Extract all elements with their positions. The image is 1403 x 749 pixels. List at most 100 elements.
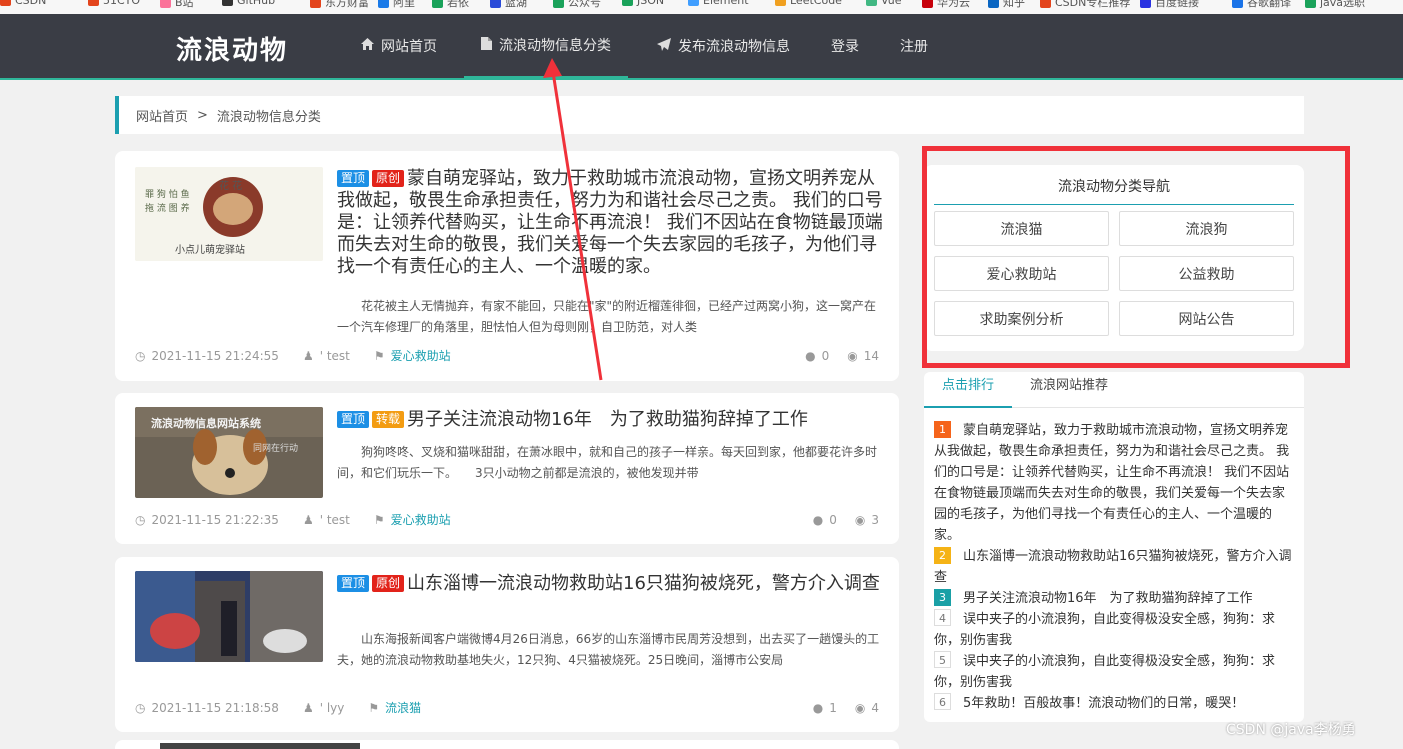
comment-icon: ● (812, 512, 824, 527)
tab-click-ranking[interactable]: 点击排行 (924, 372, 1013, 408)
post-card[interactable]: 罪 狗 怕 鱼 拖 流 图 养 花 花 小点儿萌宠驿站 置顶 原创 蒙自萌宠驿站，致… (115, 151, 899, 381)
ranking-list: 1 蒙自萌宠驿站，致力于救助城市流浪动物，宣扬文明养宠从我做起，敬畏生命承担责任，… (934, 420, 1294, 714)
post-thumbnail[interactable]: 罪 狗 怕 鱼 拖 流 图 养 花 花 小点儿萌宠驿站 (135, 167, 323, 261)
rank-number: 2 (934, 547, 951, 564)
bookmark-favicon-icon (1040, 0, 1051, 8)
post-thumbnail[interactable]: 流浪动物信息网站系统 同网在行动 (135, 407, 323, 498)
bookmark-item[interactable]: CSDN (0, 0, 46, 7)
post-author: ' test (319, 348, 350, 363)
post-card[interactable]: 置顶 原创 山东淄博一流浪动物救助站16只猫狗被烧死，警方介入调查 山东海报新闻客户… (115, 557, 899, 732)
nav-login-label: 登录 (831, 39, 859, 55)
top-navigation: 流浪动物 网站首页 流浪动物信息分类 发布流浪动物信息 登录 注册 (0, 14, 1403, 80)
post-title-text[interactable]: 男子关注流浪动物16年 为了救助猫狗辞掉了工作 (407, 409, 808, 430)
post-meta: ◷ 2021-11-15 21:18:58 ♟ ' lyy ⚑ 流浪猫 ● 1 ◉ 4 (135, 699, 879, 716)
post-title[interactable]: 置顶 原创 山东淄博一流浪动物救助站16只猫狗被烧死，警方介入调查 (337, 573, 885, 595)
rank-text[interactable]: 蒙自萌宠驿站，致力于救助城市流浪动物，宣扬文明养宠从我做起，敬畏生命承担责任，努… (934, 423, 1289, 543)
thumbnail-title: 流浪动物信息网站系统 (151, 416, 261, 430)
bookmark-favicon-icon (222, 0, 233, 6)
post-title-text[interactable]: 山东淄博一流浪动物救助站16只猫狗被烧死，警方介入调查 (407, 573, 880, 594)
post-thumbnail[interactable] (135, 571, 323, 662)
nav-login[interactable]: 登录 (831, 14, 859, 78)
bookmark-item[interactable]: CSDN专栏推荐 (1040, 0, 1130, 10)
ranking-item[interactable]: 5 误中夹子的小流浪狗，自此变得极没安全感，狗狗：求你，别伤害我 (934, 651, 1294, 693)
bookmark-item[interactable]: JSON (622, 0, 664, 7)
bookmark-item[interactable]: 华为云 (922, 0, 970, 10)
ranking-item[interactable]: 2 山东淄博一流浪动物救助站16只猫狗被烧死，警方介入调查 (934, 546, 1294, 588)
nav-register[interactable]: 注册 (900, 14, 928, 78)
bookmark-label: CSDN (15, 0, 47, 7)
bookmark-favicon-icon (1140, 0, 1151, 8)
ranking-item[interactable]: 4 误中夹子的小流浪狗，自此变得极没安全感，狗狗：求你，别伤害我 (934, 609, 1294, 651)
next-post-card[interactable] (115, 740, 899, 749)
nav-category-label: 流浪动物信息分类 (499, 38, 611, 54)
rank-text[interactable]: 男子关注流浪动物16年 为了救助猫狗辞掉了工作 (963, 591, 1253, 606)
category-case-analysis[interactable]: 求助案例分析 (934, 301, 1109, 336)
nav-home[interactable]: 网站首页 (361, 14, 437, 78)
nav-category[interactable]: 流浪动物信息分类 (464, 14, 628, 80)
svg-text:罪 狗 怕 鱼: 罪 狗 怕 鱼 (145, 188, 190, 200)
bookmark-favicon-icon (1305, 0, 1316, 8)
site-logo[interactable]: 流浪动物 (176, 30, 288, 67)
post-title[interactable]: 置顶 原创 蒙自萌宠驿站，致力于救助城市流浪动物，宣扬文明养宠从我做起，敬畏生命承担… (337, 168, 885, 278)
clock-icon: ◷ (135, 700, 146, 715)
paper-plane-icon (657, 37, 671, 55)
bookmark-label: Vue (881, 0, 902, 7)
ranking-item[interactable]: 6 5年救助！百般故事！流浪动物们的日常，暖哭！ (934, 693, 1294, 714)
bookmark-label: 蓝湖 (505, 0, 527, 9)
category-stray-cat[interactable]: 流浪猫 (934, 211, 1109, 246)
category-public-rescue[interactable]: 公益救助 (1119, 256, 1294, 291)
post-title-text[interactable]: 蒙自萌宠驿站，致力于救助城市流浪动物，宣扬文明养宠从我做起，敬畏生命承担责任，努… (337, 168, 883, 277)
bookmark-item[interactable]: 公众号 (553, 0, 601, 10)
bookmark-favicon-icon (0, 0, 11, 6)
bookmark-item[interactable]: java选职 (1305, 0, 1365, 10)
rank-number: 4 (934, 609, 951, 626)
post-category[interactable]: 爱心救助站 (391, 511, 451, 528)
bookmark-item[interactable]: Element (688, 0, 749, 7)
bookmark-item[interactable]: 东方财富 (310, 0, 369, 10)
view-count: 14 (863, 348, 879, 363)
rank-text[interactable]: 山东淄博一流浪动物救助站16只猫狗被烧死，警方介入调查 (934, 549, 1292, 585)
bookmark-item[interactable]: 知乎 (988, 0, 1025, 10)
rank-text[interactable]: 误中夹子的小流浪狗，自此变得极没安全感，狗狗：求你，别伤害我 (934, 612, 1275, 648)
category-announcement[interactable]: 网站公告 (1119, 301, 1294, 336)
bookmark-item[interactable]: 百度链接 (1140, 0, 1199, 10)
bookmark-item[interactable]: Vue (866, 0, 902, 7)
post-category[interactable]: 爱心救助站 (391, 347, 451, 364)
bookmark-item[interactable]: 阿里 (378, 0, 415, 10)
tag-top: 置顶 (337, 411, 370, 428)
bookmark-label: B站 (175, 0, 194, 9)
post-category[interactable]: 流浪猫 (385, 699, 421, 716)
post-author: ' test (319, 512, 350, 527)
bookmark-favicon-icon (922, 0, 933, 8)
bookmark-item[interactable]: GitHub (222, 0, 275, 7)
bookmark-label: 阿里 (393, 0, 415, 9)
bookmark-item[interactable]: LeetCode (775, 0, 842, 7)
ranking-item[interactable]: 3 男子关注流浪动物16年 为了救助猫狗辞掉了工作 (934, 588, 1294, 609)
category-stray-dog[interactable]: 流浪狗 (1119, 211, 1294, 246)
eye-icon: ◉ (847, 348, 858, 363)
bookmark-item[interactable]: B站 (160, 0, 194, 10)
tag-top: 置顶 (337, 575, 370, 592)
post-excerpt: 山东海报新闻客户端微博4月26日消息，66岁的山东淄博市民周芳没想到，出去买了一… (337, 632, 880, 667)
rank-text[interactable]: 5年救助！百般故事！流浪动物们的日常，暖哭！ (963, 696, 1244, 711)
bookmark-item[interactable]: 51CTO (88, 0, 140, 7)
comment-count: 1 (829, 700, 837, 715)
breadcrumb-home[interactable]: 网站首页 (136, 106, 188, 125)
tag-icon: ⚑ (368, 700, 380, 715)
nav-publish[interactable]: 发布流浪动物信息 (657, 14, 790, 78)
category-rescue-station[interactable]: 爱心救助站 (934, 256, 1109, 291)
nav-home-label: 网站首页 (381, 39, 437, 55)
clock-icon: ◷ (135, 512, 146, 527)
bookmark-label: 知乎 (1003, 0, 1025, 9)
bookmark-label: 公众号 (568, 0, 601, 9)
bookmark-item[interactable]: 谷歌翻译 (1232, 0, 1291, 10)
bookmark-item[interactable]: 若依 (432, 0, 469, 10)
rank-text[interactable]: 误中夹子的小流浪狗，自此变得极没安全感，狗狗：求你，别伤害我 (934, 654, 1275, 690)
rank-number: 6 (934, 693, 951, 710)
post-title[interactable]: 置顶 转载 男子关注流浪动物16年 为了救助猫狗辞掉了工作 (337, 409, 885, 431)
post-card[interactable]: 流浪动物信息网站系统 同网在行动 置顶 转载 男子关注流浪动物16年 为了救助猫狗辞… (115, 393, 899, 544)
bookmark-favicon-icon (490, 0, 501, 8)
bookmark-item[interactable]: 蓝湖 (490, 0, 527, 10)
ranking-item[interactable]: 1 蒙自萌宠驿站，致力于救助城市流浪动物，宣扬文明养宠从我做起，敬畏生命承担责任，… (934, 420, 1294, 546)
tab-site-recommend[interactable]: 流浪网站推荐 (1012, 372, 1126, 408)
